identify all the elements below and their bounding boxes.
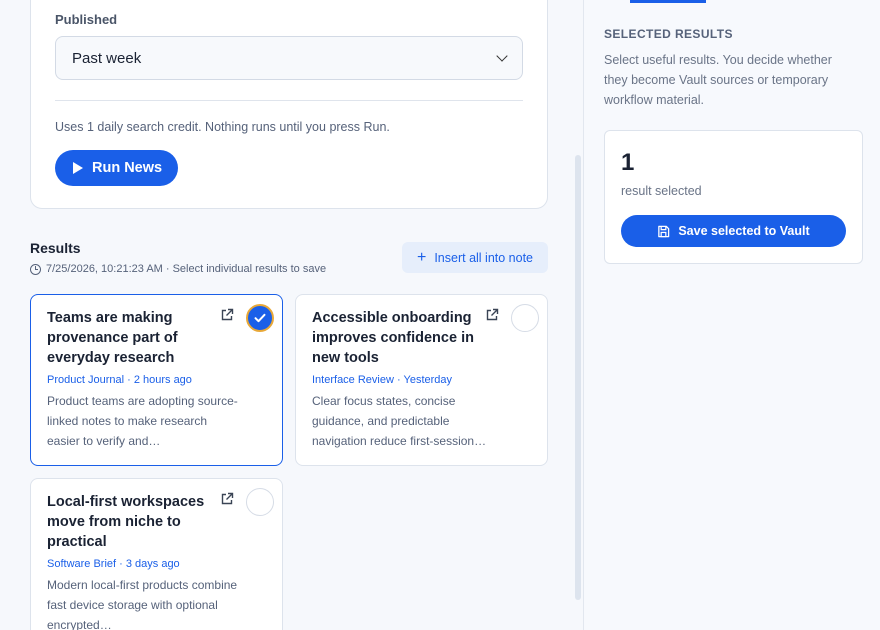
select-checkbox[interactable] [246, 488, 274, 516]
selected-results-heading: SELECTED RESULTS [604, 27, 733, 41]
plus-icon: + [416, 248, 427, 266]
published-select-value: Past week [72, 49, 142, 67]
floppy-disk-icon [658, 225, 670, 237]
scrollbar[interactable] [575, 155, 581, 600]
result-source: Software Brief · 3 days ago [47, 558, 180, 570]
result-card[interactable]: Teams are making provenance part of ever… [30, 294, 283, 466]
checkmark-icon [254, 313, 266, 323]
result-excerpt: Product teams are adopting source-linked… [47, 394, 238, 448]
play-icon [73, 162, 83, 174]
result-title: Teams are making provenance part of ever… [47, 310, 178, 366]
external-link-icon[interactable] [220, 308, 234, 322]
clock-icon [30, 263, 41, 275]
published-select[interactable]: Past week [55, 36, 523, 80]
selected-results-description: Select useful results. You decide whethe… [604, 53, 832, 107]
search-panel: Published Past week Uses 1 daily search … [0, 0, 583, 630]
result-card[interactable]: Local-first workspaces move from niche t… [30, 478, 283, 630]
run-news-button[interactable]: Run News [55, 150, 179, 186]
selected-count: 1 [621, 149, 635, 176]
result-excerpt: Modern local-first products combine fast… [47, 578, 238, 630]
result-card[interactable]: Accessible onboarding improves confidenc… [295, 294, 548, 466]
result-excerpt: Clear focus states, concise guidance, an… [312, 394, 487, 448]
filter-card: Published Past week Uses 1 daily search … [30, 0, 548, 209]
result-source: Product Journal · 2 hours ago [47, 374, 192, 386]
results-heading: Results [30, 240, 81, 256]
external-link-icon[interactable] [220, 492, 234, 506]
credit-note: Uses 1 daily search credit. Nothing runs… [55, 120, 390, 134]
select-checkbox[interactable] [246, 304, 274, 332]
chevron-down-icon [496, 50, 508, 62]
result-source: Interface Review · Yesterday [312, 374, 453, 386]
divider [55, 100, 523, 101]
run-news-label: Run News [92, 160, 163, 176]
save-to-vault-label: Save selected to Vault [678, 224, 810, 238]
insert-all-label: Insert all into note [434, 250, 533, 265]
external-link-icon[interactable] [485, 308, 499, 322]
save-to-vault-button[interactable]: Save selected to Vault [621, 215, 846, 247]
insert-all-button[interactable]: + Insert all into note [402, 242, 548, 273]
results-meta-text: 7/25/2026, 10:21:23 AM · Select individu… [46, 263, 327, 275]
published-label: Published [55, 12, 118, 27]
selected-results-panel: SELECTED RESULTS Select useful results. … [583, 0, 880, 630]
result-title: Accessible onboarding improves confidenc… [312, 310, 474, 366]
selected-count-label: result selected [621, 184, 702, 198]
selection-summary-card: 1 result selected Save selected to Vault [604, 130, 863, 264]
results-meta: 7/25/2026, 10:21:23 AM · Select individu… [30, 263, 326, 275]
select-checkbox[interactable] [511, 304, 539, 332]
result-title: Local-first workspaces move from niche t… [47, 494, 205, 550]
active-tab-indicator [630, 0, 706, 3]
